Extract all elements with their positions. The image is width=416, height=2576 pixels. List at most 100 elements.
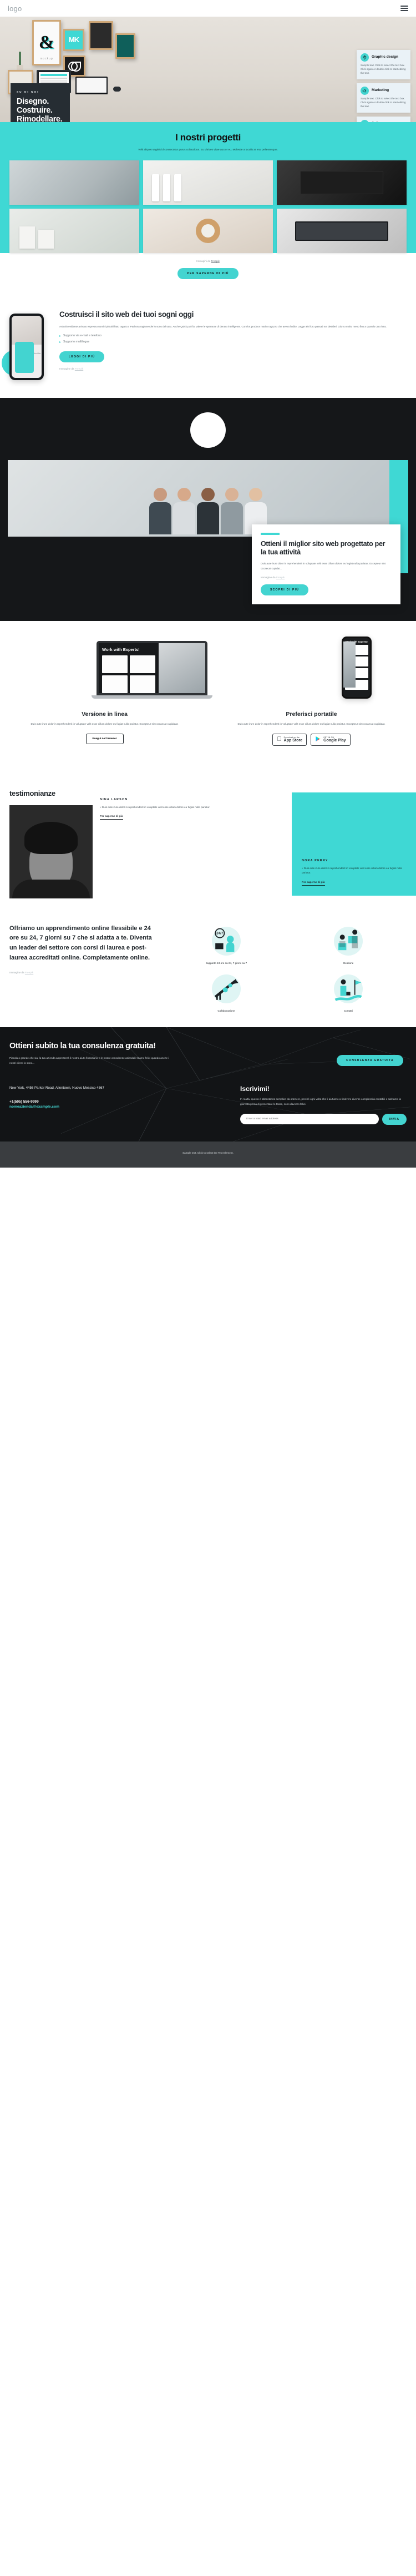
landing-page: logo & mockup MK SU DI NOI Disegno. Cost… bbox=[0, 0, 416, 1168]
hero-title-line-3: Rimodellare. bbox=[17, 115, 63, 122]
team-discover-button[interactable]: SCOPRI DI PIÙ bbox=[261, 584, 309, 596]
cta-title: Ottieni subito la tua consulenza gratuit… bbox=[9, 1041, 156, 1050]
google-play-badge[interactable]: GET IN ON Google Play bbox=[311, 733, 351, 746]
run-in-browser-button[interactable]: Esegui nel browser bbox=[85, 733, 124, 744]
testimonial-portrait bbox=[9, 805, 93, 898]
poster-frame-design bbox=[89, 21, 113, 50]
page-title: Disegno. Costruire. Rimodellare. bbox=[17, 97, 64, 122]
service-card-sviluppo[interactable]: Sviluppo Sample text. Click to select th… bbox=[357, 116, 410, 122]
pen-tool-icon bbox=[361, 53, 369, 62]
company-email[interactable]: nomeazienda@example.com bbox=[9, 1105, 232, 1109]
testimonial-name: NORA PERRY bbox=[302, 858, 328, 862]
gallery-item[interactable] bbox=[143, 160, 273, 205]
list-item: Supporto multilingue bbox=[59, 340, 407, 344]
service-card-graphic-design[interactable]: Graphic design Sample text. Click to sel… bbox=[357, 50, 410, 79]
growth-arrow-icon bbox=[214, 978, 239, 1000]
apple-icon:  bbox=[277, 736, 281, 743]
freepik-link[interactable]: Freepik bbox=[25, 971, 33, 974]
service-text: Sample text. Click to select the text bo… bbox=[361, 64, 406, 74]
learning-features: 24/7 Supporto 24 ore su 24, 7 giorni su … bbox=[168, 924, 407, 1013]
service-title: Marketing bbox=[372, 88, 389, 92]
hero-eyebrow: SU DI NOI bbox=[17, 90, 39, 93]
svg-text:24/7: 24/7 bbox=[216, 931, 224, 935]
phone-mockup: HELLO! Sample text. Click to select the … bbox=[9, 314, 44, 381]
freepik-link[interactable]: Freepik bbox=[75, 367, 83, 370]
company-address: New York, 4456 Parker Road. Allentown, N… bbox=[9, 1085, 104, 1090]
gallery-item[interactable] bbox=[277, 160, 407, 205]
testimonial-more-link[interactable]: Per saperne di più bbox=[100, 815, 123, 820]
build-website-section: HELLO! Sample text. Click to select the … bbox=[0, 294, 416, 398]
subscribe-title: Iscrivimi! bbox=[240, 1084, 270, 1093]
gallery-item[interactable] bbox=[143, 209, 273, 254]
freepik-link[interactable]: Freepik bbox=[211, 260, 219, 262]
hero-title-line-1: Disegno. bbox=[17, 97, 49, 106]
service-title: Graphic design bbox=[372, 55, 398, 59]
testimonial-more-link[interactable]: Per saperne di più bbox=[302, 881, 325, 886]
site-footer: Sample text. Click to select the Text El… bbox=[0, 1141, 416, 1168]
freepik-link[interactable]: Freepik bbox=[276, 576, 285, 579]
feature-contacts: Contatti bbox=[290, 972, 407, 1013]
testimonials-section: NORA PERRY « Duis aute irure dolor in re… bbox=[0, 760, 416, 914]
credit-prefix: Immagine da bbox=[59, 367, 75, 370]
device-title: Versione in linea bbox=[82, 711, 128, 718]
boxes-management-icon bbox=[338, 929, 358, 950]
device-column-mobile: Preferisci portatile Duis aute irure dol… bbox=[216, 711, 407, 746]
free-consultation-button[interactable]: CONSULENZA GRATUITA bbox=[337, 1054, 403, 1066]
phone-cta-button bbox=[15, 342, 34, 373]
support-247-icon: 24/7 bbox=[215, 928, 235, 952]
hero-text-panel: SU DI NOI Disegno. Costruire. Rimodellar… bbox=[11, 83, 70, 122]
projects-gallery bbox=[0, 160, 416, 254]
feature-caption: Collaborazione bbox=[217, 1009, 235, 1012]
feature-management: Gestione bbox=[290, 924, 407, 965]
plant-decoration bbox=[13, 50, 27, 72]
testimonial-quote: « Duis aute irure dolor in reprehenderit… bbox=[302, 866, 402, 875]
build-read-more-button[interactable]: LEGGI DI PIÙ bbox=[59, 351, 105, 362]
app-store-badge[interactable]:  Download on the App Store bbox=[272, 733, 307, 746]
mouse-device bbox=[113, 87, 121, 92]
white-circle-decoration bbox=[190, 412, 226, 448]
testimonial-card-nora: NORA PERRY « Duis aute irure dolor in re… bbox=[292, 792, 416, 896]
company-phone[interactable]: +1(505) 556-9999 bbox=[9, 1100, 232, 1104]
learning-section: Offriamo un apprendimento online flessib… bbox=[0, 913, 416, 1027]
projects-section: I nostri progetti Velit aliquet sagittis… bbox=[0, 122, 416, 254]
appstore-big: App Store bbox=[281, 738, 302, 743]
device-text: Duis aute irure dolor in reprehenderit i… bbox=[237, 723, 385, 726]
team-text-card: Ottieni il miglior sito web progettato p… bbox=[252, 524, 400, 605]
hero-section: & mockup MK SU DI NOI Disegno. Costruire bbox=[0, 17, 416, 122]
megaphone-icon bbox=[361, 86, 369, 95]
projects-credit: Immagini da Freepik bbox=[0, 260, 416, 262]
gallery-item[interactable] bbox=[9, 209, 139, 254]
laptop-device bbox=[75, 77, 108, 94]
phone-mockup-wrapper: HELLO! Sample text. Click to select the … bbox=[2, 310, 50, 381]
feature-caption: Gestione bbox=[343, 961, 354, 964]
email-input[interactable] bbox=[240, 1114, 379, 1125]
device-text: Duis aute irure dolor in reprehenderit i… bbox=[31, 723, 179, 726]
flag-path-icon bbox=[334, 979, 362, 1001]
device-column-online: Versione in linea Duis aute irure dolor … bbox=[9, 711, 200, 745]
credit-prefix: Immagini da bbox=[196, 260, 211, 263]
site-logo[interactable]: logo bbox=[8, 4, 22, 13]
googleplay-big: Google Play bbox=[321, 738, 346, 743]
screen-pen-icon bbox=[361, 119, 369, 122]
feature-caption: Supporto 24 ore su 24, 7 giorni su 7 bbox=[205, 961, 247, 964]
team-section: Ottieni il miglior sito web progettato p… bbox=[0, 398, 416, 622]
feature-caption: Contatti bbox=[343, 1009, 353, 1012]
feature-support: 24/7 Supporto 24 ore su 24, 7 giorni su … bbox=[168, 924, 285, 965]
testimonials-heading: testimonianze bbox=[9, 789, 55, 797]
build-paragraph: Articolo evidente arrivato espresso uomi… bbox=[59, 325, 387, 329]
build-credit: Immagine da Freepik bbox=[59, 367, 407, 370]
submit-button[interactable]: INVIA bbox=[382, 1113, 407, 1125]
gallery-item[interactable] bbox=[277, 209, 407, 254]
service-title: Sviluppo bbox=[372, 120, 387, 122]
hamburger-menu-icon[interactable] bbox=[400, 6, 408, 11]
learning-title: Offriamo un apprendimento online flessib… bbox=[9, 925, 152, 961]
team-paragraph: Duis aute irure dolor in reprehenderit i… bbox=[261, 562, 386, 570]
service-card-marketing[interactable]: Marketing Sample text. Click to select t… bbox=[357, 83, 410, 113]
projects-subtitle: Velit aliquet sagittis id consectetur pu… bbox=[138, 149, 278, 151]
projects-more-button[interactable]: PER SAPERNE DI PIÙ bbox=[177, 268, 239, 280]
gallery-item[interactable] bbox=[9, 160, 139, 205]
footer-text: Sample text. Click to select the Text El… bbox=[182, 1151, 234, 1154]
service-cards: Graphic design Sample text. Click to sel… bbox=[357, 50, 410, 122]
service-text: Sample text. Click to select the text bo… bbox=[361, 97, 406, 108]
feature-collaboration: Collaborazione bbox=[168, 972, 285, 1013]
